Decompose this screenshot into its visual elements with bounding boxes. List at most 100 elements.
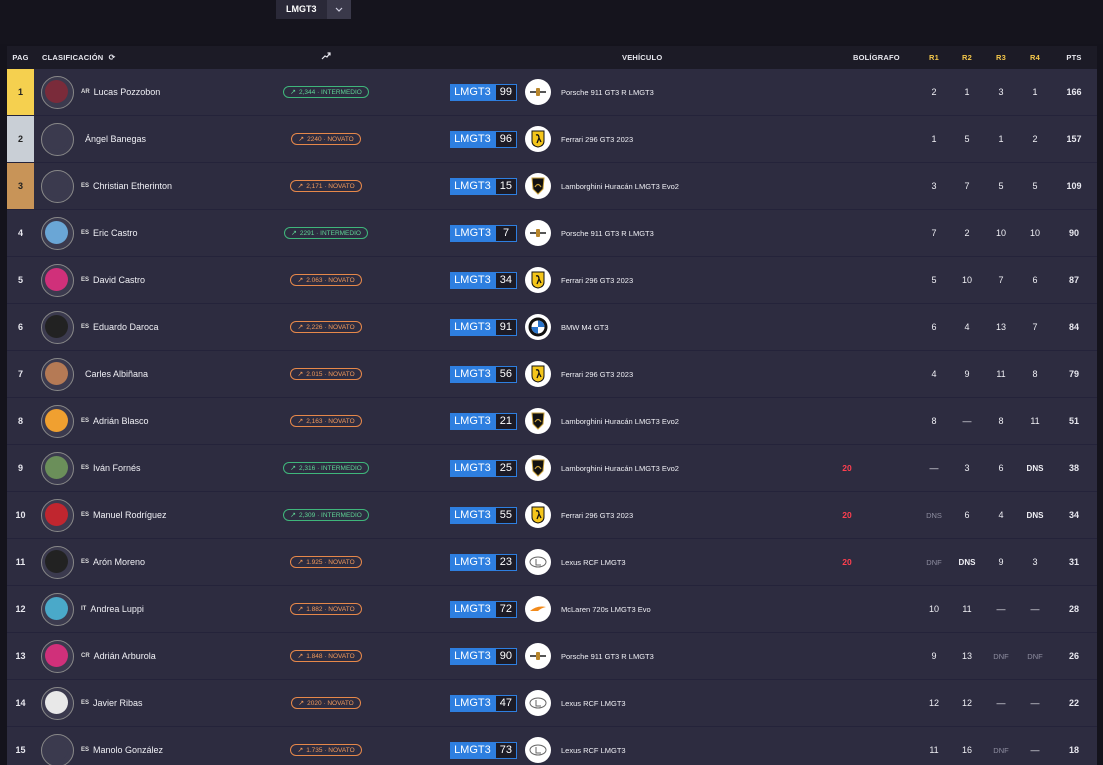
result-r3: 13 [995,322,1006,332]
rating-cell: ↗ 1.925 · NOVATO [281,539,371,585]
avatar[interactable] [41,545,74,579]
driver-name-cell[interactable]: Ángel Banegas [81,116,281,162]
driver-name-cell[interactable]: AR Lucas Pozzobon [81,69,281,115]
driver-name-cell[interactable]: ES Manuel Rodríguez [81,492,281,538]
brand-logo-cell [525,633,555,679]
avatar[interactable] [41,357,74,391]
rating-cell: ↗ 2240 · NOVATO [281,116,371,162]
driver-name-cell[interactable]: ES David Castro [81,257,281,303]
table-row[interactable]: 7 Carles Albiñana ↗ 2.015 · NOVATO LMGT3… [7,351,1097,398]
rating-text: 2,344 · INTERMEDIO [299,88,362,96]
result-r1: 10 [928,604,939,614]
table-row[interactable]: 15 ES Manolo González ↗ 1.735 · NOVATO L… [7,727,1097,765]
vehicle-name: Lexus RCF LMGT3 [561,745,626,755]
table-row[interactable]: 12 IT Andrea Luppi ↗ 1.882 · NOVATO LMGT… [7,586,1097,633]
trend-icon[interactable] [319,46,333,69]
avatar[interactable] [41,592,74,626]
position: 13 [15,651,26,661]
table-row[interactable]: 11 ES Arón Moreno ↗ 1.925 · NOVATO LMGT3… [7,539,1097,586]
car-number: 47 [494,694,517,712]
total-points: 166 [1066,87,1082,97]
header-r3[interactable]: R3 [984,46,1018,69]
avatar[interactable] [41,75,74,109]
driver-name-cell[interactable]: ES Iván Fornés [81,445,281,491]
class-cell: LMGT3 90 [437,633,517,679]
total-points: 28 [1068,604,1079,614]
avatar[interactable] [41,451,74,485]
driver-name-cell[interactable]: Carles Albiñana [81,351,281,397]
table-row[interactable]: 8 ES Adrián Blasco ↗ 2,163 · NOVATO LMGT… [7,398,1097,445]
table-row[interactable]: 14 ES Javier Ribas ↗ 2020 · NOVATO LMGT3… [7,680,1097,727]
total-points: 34 [1068,510,1079,520]
table-row[interactable]: 1 AR Lucas Pozzobon ↗ 2,344 · INTERMEDIO… [7,69,1097,116]
rating-cell: ↗ 1.848 · NOVATO [281,633,371,679]
header-r1[interactable]: R1 [917,46,951,69]
result-r1: 9 [931,651,937,661]
car-number: 56 [494,365,517,383]
chevron-down-icon[interactable] [326,0,351,19]
driver-name-cell[interactable]: ES Adrián Blasco [81,398,281,444]
driver-name: Christian Etherinton [93,181,173,191]
rating-badge: ↗ 2,171 · NOVATO [290,180,362,192]
avatar[interactable] [41,216,74,250]
table-row[interactable]: 9 ES Iván Fornés ↗ 2,316 · INTERMEDIO LM… [7,445,1097,492]
result-r3: DNF [993,745,1009,755]
header-pts[interactable]: PTS [1057,46,1091,69]
penalty-points: 20 [842,463,852,473]
driver-name: Lucas Pozzobon [93,87,161,97]
avatar[interactable] [41,122,74,156]
driver-name-cell[interactable]: ES Eduardo Daroca [81,304,281,350]
table-row[interactable]: 13 CR Adrián Arburola ↗ 1.848 · NOVATO L… [7,633,1097,680]
driver-name-cell[interactable]: ES Eric Castro [81,210,281,256]
avatar[interactable] [41,498,74,532]
result-r2: 6 [964,510,970,520]
avatar[interactable] [41,686,74,720]
class-number-chip: LMGT3 55 [450,506,517,524]
class-number-chip: LMGT3 56 [450,365,517,383]
penalty-points [827,398,867,444]
class-number-chip: LMGT3 99 [450,83,517,101]
table-row[interactable]: 6 ES Eduardo Daroca ↗ 2,226 · NOVATO LMG… [7,304,1097,351]
header-pag[interactable]: PAG [7,46,34,69]
brand-logo-cell [525,727,555,765]
header-r2[interactable]: R2 [950,46,984,69]
result-r3: 10 [995,228,1006,238]
header-r4[interactable]: R4 [1018,46,1052,69]
avatar[interactable] [41,404,74,438]
avatar[interactable] [41,263,74,297]
rating-text: 1.848 · NOVATO [306,652,355,660]
avatar[interactable] [41,639,74,673]
avatar[interactable] [41,310,74,344]
driver-name-cell[interactable]: ES Javier Ribas [81,680,281,726]
driver-name-cell[interactable]: ES Christian Etherinton [81,163,281,209]
class-filter-select[interactable]: LMGT3 [276,0,351,19]
header-vehiculo[interactable]: VEHÍCULO [622,46,662,69]
avatar-cell [41,69,75,115]
driver-name-cell[interactable]: CR Adrián Arburola [81,633,281,679]
table-row[interactable]: 3 ES Christian Etherinton ↗ 2,171 · NOVA… [7,163,1097,210]
avatar[interactable] [41,169,74,203]
class-label: LMGT3 [450,271,495,289]
class-number-chip: LMGT3 15 [450,177,517,195]
class-cell: LMGT3 99 [437,69,517,115]
table-row[interactable]: 4 ES Eric Castro ↗ 2291 · INTERMEDIO LMG… [7,210,1097,257]
country-code: ES [81,230,90,236]
avatar[interactable] [41,733,74,765]
header-boligrafo[interactable]: BOLÍGRAFO [853,46,900,69]
standings-table: PAG CLASIFICACIÓN ⟳ VEHÍCULO BOLÍGRAFO R… [7,46,1097,765]
class-label: LMGT3 [450,318,495,336]
class-cell: LMGT3 73 [437,727,517,765]
result-r4: — [1030,604,1040,614]
table-row[interactable]: 2 Ángel Banegas ↗ 2240 · NOVATO LMGT3 96… [7,116,1097,163]
refresh-icon[interactable]: ⟳ [109,53,116,62]
header-clasificacion[interactable]: CLASIFICACIÓN ⟳ [42,46,116,69]
driver-name-cell[interactable]: ES Arón Moreno [81,539,281,585]
position: 10 [15,510,26,520]
table-row[interactable]: 10 ES Manuel Rodríguez ↗ 2,309 · INTERME… [7,492,1097,539]
table-row[interactable]: 5 ES David Castro ↗ 2.063 · NOVATO LMGT3… [7,257,1097,304]
porsche-logo-icon [525,220,551,246]
driver-name-cell[interactable]: ES Manolo González [81,727,281,765]
driver-name-cell[interactable]: IT Andrea Luppi [81,586,281,632]
car-number: 96 [494,130,517,148]
brand-logo-cell [525,492,555,538]
